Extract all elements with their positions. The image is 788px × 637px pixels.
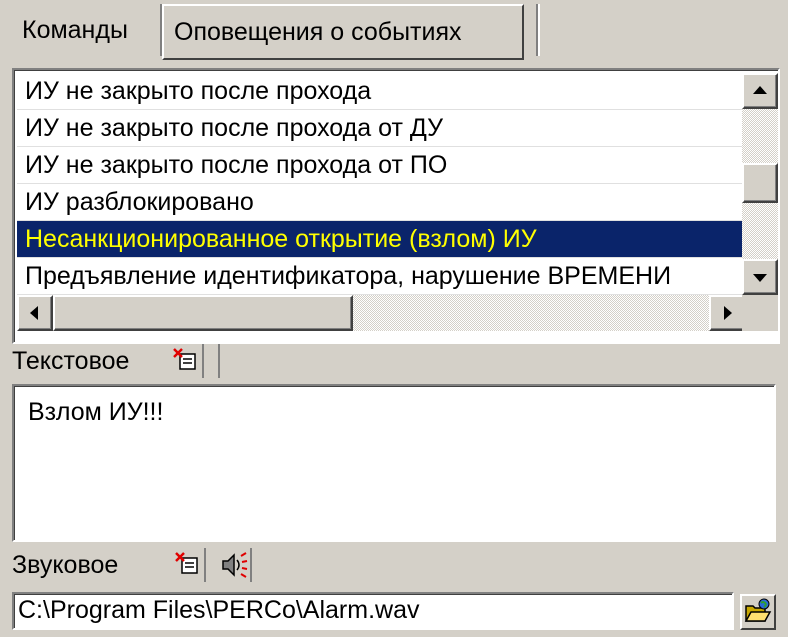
tab-event-notifications[interactable]: Оповещения о событиях	[162, 4, 524, 60]
sound-file-path-field[interactable]: C:\Program Files\PERCo\Alarm.wav	[12, 592, 734, 630]
horizontal-scroll-thumb[interactable]	[53, 295, 353, 331]
open-folder-icon	[744, 598, 772, 622]
scroll-left-button[interactable]	[17, 295, 53, 331]
sound-notify-label: Звуковое	[12, 551, 119, 579]
clear-icon	[173, 348, 196, 370]
vertical-scrollbar[interactable]	[742, 73, 778, 295]
play-sound-icon	[222, 552, 248, 578]
clear-sound-button[interactable]	[172, 548, 206, 582]
browse-file-button[interactable]	[740, 594, 776, 630]
text-notify-label: Текстовое	[12, 347, 130, 375]
vertical-scroll-thumb[interactable]	[742, 163, 778, 203]
arrow-up-icon	[753, 86, 767, 94]
clear-icon	[175, 552, 198, 574]
clear-text-button[interactable]	[170, 344, 204, 378]
list-item-selected[interactable]: Несанкционированное открытие (взлом) ИУ	[17, 221, 745, 258]
text-notify-field[interactable]: Взлом ИУ!!!	[12, 384, 776, 542]
list-item[interactable]: ИУ не закрыто после прохода от ДУ	[17, 110, 745, 147]
toolbar-divider	[218, 344, 220, 378]
list-item[interactable]: ИУ разблокировано	[17, 184, 745, 221]
scroll-corner	[742, 295, 778, 331]
list-item[interactable]: ИУ не закрыто после прохода	[17, 73, 745, 110]
arrow-right-icon	[724, 306, 732, 320]
events-listbox[interactable]: ИУ не закрыто после прохода ИУ не закрыт…	[12, 68, 780, 344]
tab-divider	[536, 4, 538, 56]
list-item[interactable]: ИУ не закрыто после прохода от ПО	[17, 147, 745, 184]
events-list: ИУ не закрыто после прохода ИУ не закрыт…	[17, 73, 745, 295]
tab-commands[interactable]: Команды	[12, 4, 162, 56]
play-sound-button[interactable]	[218, 548, 252, 582]
scroll-right-button[interactable]	[709, 295, 745, 331]
horizontal-scrollbar[interactable]	[17, 295, 745, 331]
scroll-down-button[interactable]	[742, 259, 778, 295]
arrow-left-icon	[30, 306, 38, 320]
list-item[interactable]: Предъявление идентификатора, нарушение В…	[17, 258, 745, 295]
arrow-down-icon	[753, 274, 767, 282]
scroll-up-button[interactable]	[742, 73, 778, 109]
